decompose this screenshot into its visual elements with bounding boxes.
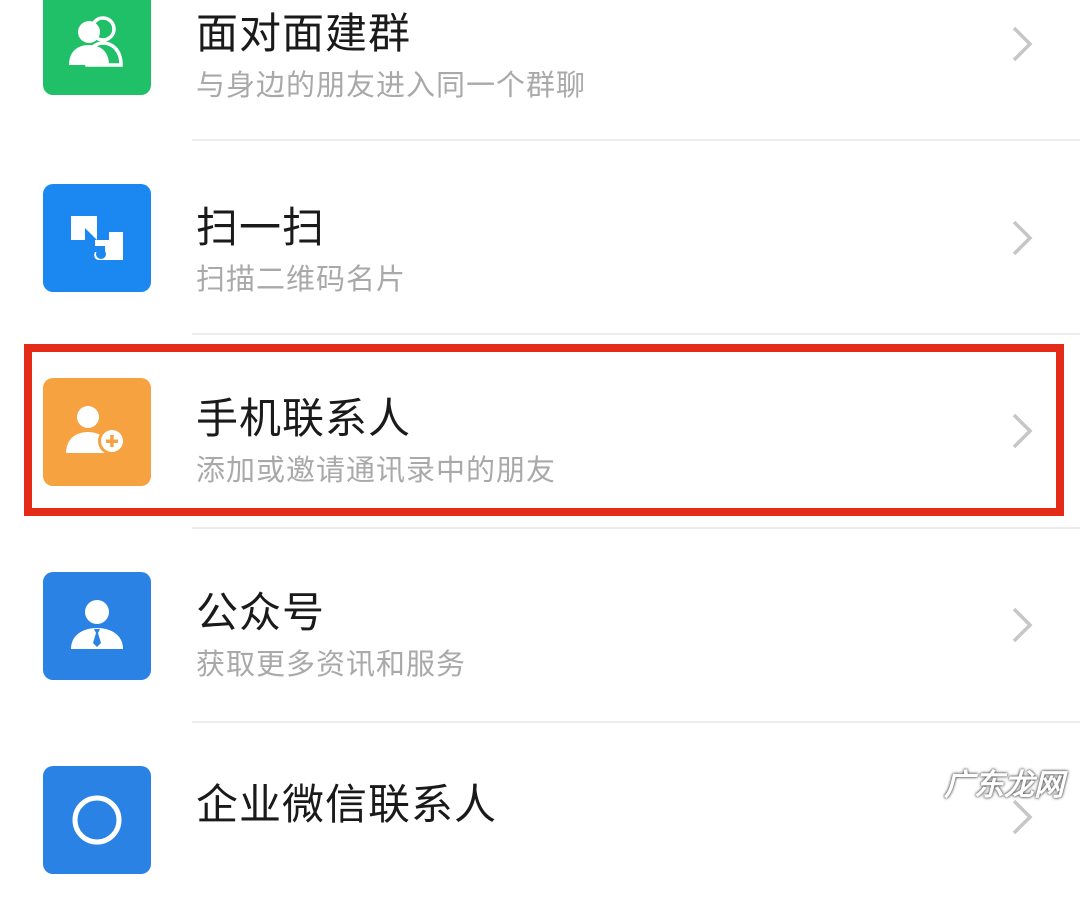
list-item-official-accounts[interactable]: 公众号 获取更多资讯和服务 (0, 529, 1080, 723)
item-title: 面对面建群 (196, 9, 412, 58)
watermark: 广东龙网 (944, 768, 1064, 803)
list-item-enterprise-contacts[interactable]: 企业微信联系人 (0, 723, 1080, 917)
list-item-scan[interactable]: 扫一扫 扫描二维码名片 (0, 141, 1080, 335)
group-people-icon (43, 0, 151, 95)
scan-icon (43, 184, 151, 292)
item-subtitle: 添加或邀请通讯录中的朋友 (196, 453, 557, 487)
item-title: 公众号 (196, 588, 326, 637)
item-title: 扫一扫 (196, 203, 326, 252)
item-title: 手机联系人 (196, 394, 412, 443)
list-item-phone-contacts[interactable]: 手机联系人 添加或邀请通讯录中的朋友 (0, 335, 1080, 529)
chevron-right-icon (1012, 26, 1033, 62)
chevron-right-icon (1012, 607, 1033, 643)
add-friend-options-list: 面对面建群 与身边的朋友进入同一个群聊 扫一扫 扫描二维码名片 手机联系人 添加… (0, 0, 1080, 917)
add-contact-icon (43, 378, 151, 486)
chevron-right-icon (1012, 413, 1033, 449)
item-subtitle: 获取更多资讯和服务 (196, 647, 467, 681)
item-subtitle: 扫描二维码名片 (196, 262, 407, 296)
enterprise-contact-icon (43, 766, 151, 874)
item-title: 企业微信联系人 (196, 780, 498, 829)
chevron-right-icon (1012, 220, 1033, 256)
official-account-icon (43, 572, 151, 680)
list-item-face-to-face-group[interactable]: 面对面建群 与身边的朋友进入同一个群聊 (0, 0, 1080, 138)
item-subtitle: 与身边的朋友进入同一个群聊 (196, 68, 587, 102)
